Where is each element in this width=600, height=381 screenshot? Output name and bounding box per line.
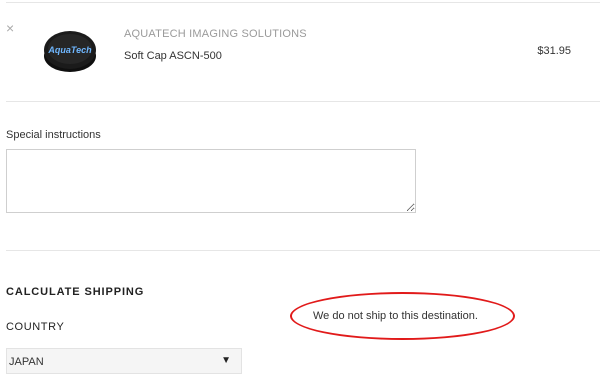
close-icon: × bbox=[6, 20, 15, 36]
product-vendor: AQUATECH IMAGING SOLUTIONS bbox=[124, 28, 307, 40]
remove-item-button[interactable]: × bbox=[6, 20, 16, 36]
product-title-link[interactable]: Soft Cap ASCN-500 bbox=[124, 50, 222, 62]
instructions-divider bbox=[6, 250, 600, 251]
special-instructions-textarea[interactable] bbox=[6, 149, 416, 213]
shipping-error-message: We do not ship to this destination. bbox=[313, 310, 478, 322]
chevron-down-icon: ▼ bbox=[221, 355, 231, 366]
top-divider bbox=[6, 2, 600, 3]
product-price: $31.95 bbox=[537, 45, 571, 57]
country-select[interactable]: JAPAN ▼ bbox=[6, 348, 242, 374]
lens-cap-icon: AquaTech bbox=[44, 31, 96, 72]
country-selected-value: JAPAN bbox=[9, 356, 44, 368]
country-label: COUNTRY bbox=[6, 321, 65, 333]
product-logo-text: AquaTech bbox=[47, 45, 92, 55]
calculate-shipping-heading: CALCULATE SHIPPING bbox=[6, 286, 145, 298]
item-divider bbox=[6, 101, 600, 102]
product-image[interactable]: AquaTech bbox=[42, 28, 98, 74]
special-instructions-label: Special instructions bbox=[6, 129, 101, 141]
